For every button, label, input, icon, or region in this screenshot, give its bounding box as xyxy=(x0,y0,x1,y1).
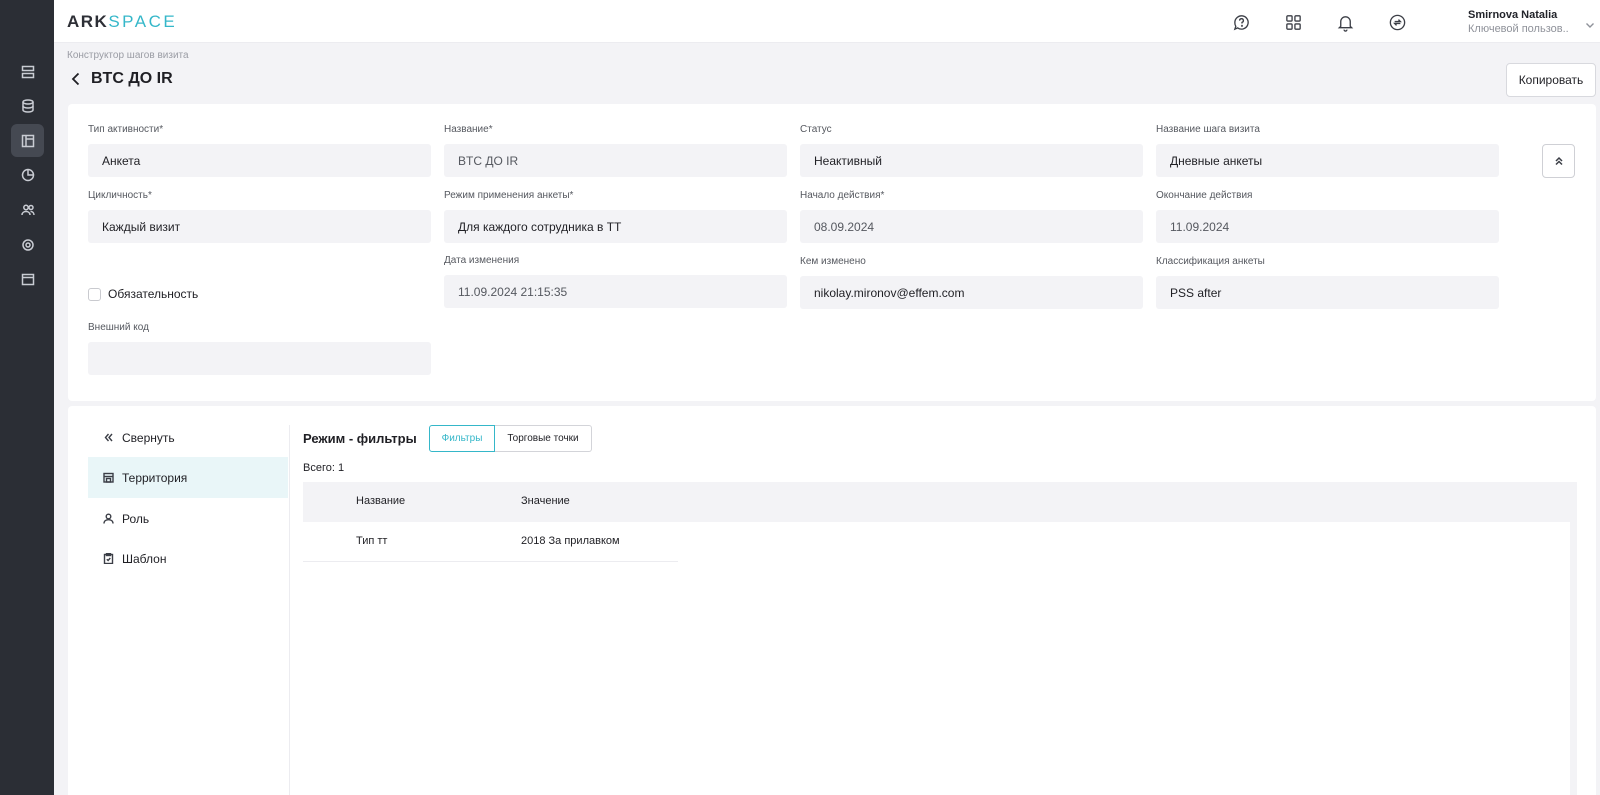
step-name-field[interactable]: Дневные анкеты xyxy=(1156,144,1499,177)
start-date-label: Начало действия* xyxy=(800,190,885,201)
chevron-down-icon xyxy=(1586,23,1594,28)
end-date-field[interactable]: 11.09.2024 xyxy=(1156,210,1499,243)
nav-divider xyxy=(289,425,290,795)
modified-by-field: nikolay.mironov@effem.com xyxy=(800,276,1143,309)
cyclicity-field[interactable]: Каждый визит xyxy=(88,210,431,243)
status-label: Статус xyxy=(800,124,832,135)
back-button[interactable] xyxy=(70,72,82,91)
table-scroll-track[interactable] xyxy=(1570,522,1577,795)
table-row[interactable]: Тип тт 2018 За прилавком xyxy=(303,522,678,562)
cell-name: Тип тт xyxy=(356,535,388,547)
modified-date-field: 11.09.2024 21:15:35 xyxy=(444,275,787,308)
user-menu-toggle[interactable] xyxy=(1585,17,1595,35)
rail-calendar-button[interactable] xyxy=(11,262,44,295)
list-icon xyxy=(21,65,34,78)
rail-settings-button[interactable] xyxy=(11,228,44,261)
apps-button[interactable] xyxy=(1282,11,1304,33)
side-nav-collapse[interactable]: Свернуть xyxy=(88,417,288,458)
step-name-label: Название шага визита xyxy=(1156,124,1260,135)
notifications-button[interactable] xyxy=(1334,11,1356,33)
end-date-label: Окончание действия xyxy=(1156,190,1253,201)
activity-type-label: Тип активности* xyxy=(88,124,164,135)
filters-card: Свернуть Территория Роль Шаблон Режим - … xyxy=(68,406,1596,795)
table-header: Название Значение xyxy=(303,482,1577,522)
cell-value: 2018 За прилавком xyxy=(521,535,620,547)
breadcrumb[interactable]: Конструктор шагов визита xyxy=(67,50,189,61)
chevron-left-icon xyxy=(71,72,80,86)
start-date-field[interactable]: 08.09.2024 xyxy=(800,210,1143,243)
name-label: Название* xyxy=(444,124,493,135)
user-name[interactable]: Smirnova Natalia xyxy=(1468,9,1557,21)
database-icon xyxy=(21,98,34,113)
modified-by-label: Кем изменено xyxy=(800,256,866,267)
total-count: Всего: 1 xyxy=(303,462,345,474)
side-nav-territory[interactable]: Территория xyxy=(88,457,288,498)
chevrons-left-icon xyxy=(104,433,113,442)
store-icon xyxy=(103,472,114,483)
rail-users-button[interactable] xyxy=(11,193,44,226)
rail-chart-button[interactable] xyxy=(11,158,44,191)
name-field[interactable]: BTC ДО IR xyxy=(444,144,787,177)
activity-type-field[interactable]: Анкета xyxy=(88,144,431,177)
page-title: BTC ДО IR xyxy=(91,70,173,87)
copy-button[interactable]: Копировать xyxy=(1506,63,1596,97)
status-field[interactable]: Неактивный xyxy=(800,144,1143,177)
modified-date-label: Дата изменения xyxy=(444,255,520,266)
gear-icon xyxy=(21,238,34,251)
apply-mode-field[interactable]: Для каждого сотрудника в ТТ xyxy=(444,210,787,243)
mandatory-checkbox[interactable] xyxy=(88,288,101,301)
column-header-value[interactable]: Значение xyxy=(521,495,570,507)
classification-label: Классификация анкеты xyxy=(1156,256,1265,267)
user-icon xyxy=(103,513,114,524)
external-code-label: Внешний код xyxy=(88,322,149,333)
chart-icon xyxy=(21,168,34,181)
rail-database-button[interactable] xyxy=(11,89,44,122)
classification-field[interactable]: PSS after xyxy=(1156,276,1499,309)
left-rail xyxy=(0,0,54,795)
collapse-form-button[interactable] xyxy=(1542,144,1575,178)
apply-mode-label: Режим применения анкеты* xyxy=(444,190,574,201)
external-code-field[interactable] xyxy=(88,342,431,375)
rail-layout-button[interactable] xyxy=(11,124,44,157)
tab-filters[interactable]: Фильтры xyxy=(429,425,495,452)
apps-grid-icon xyxy=(1285,14,1301,30)
mandatory-label[interactable]: Обязательность xyxy=(108,287,198,301)
top-header: ARKSPACE Smirnova Natalia Ключевой польз… xyxy=(54,0,1600,43)
user-role: Ключевой пользов... xyxy=(1468,23,1568,35)
bell-icon xyxy=(1337,15,1353,32)
rail-list-button[interactable] xyxy=(11,55,44,88)
sync-icon xyxy=(1389,14,1405,30)
help-chat-icon xyxy=(1233,14,1249,30)
chevrons-up-icon xyxy=(1554,156,1563,166)
arkspace-logo[interactable]: ARKSPACE xyxy=(67,12,177,32)
users-icon xyxy=(20,204,35,215)
form-card: Тип активности* Анкета Название* BTC ДО … xyxy=(68,104,1596,401)
column-header-name[interactable]: Название xyxy=(356,495,405,507)
help-chat-button[interactable] xyxy=(1230,11,1252,33)
layout-icon xyxy=(21,134,34,147)
side-nav-role[interactable]: Роль xyxy=(88,498,288,539)
cyclicity-label: Цикличность* xyxy=(88,190,152,201)
section-title: Режим - фильтры xyxy=(303,431,417,446)
side-nav-template[interactable]: Шаблон xyxy=(88,538,288,579)
calendar-icon xyxy=(21,273,34,285)
clipboard-icon xyxy=(103,553,114,564)
sync-button[interactable] xyxy=(1386,11,1408,33)
tab-outlets[interactable]: Торговые точки xyxy=(495,425,592,452)
